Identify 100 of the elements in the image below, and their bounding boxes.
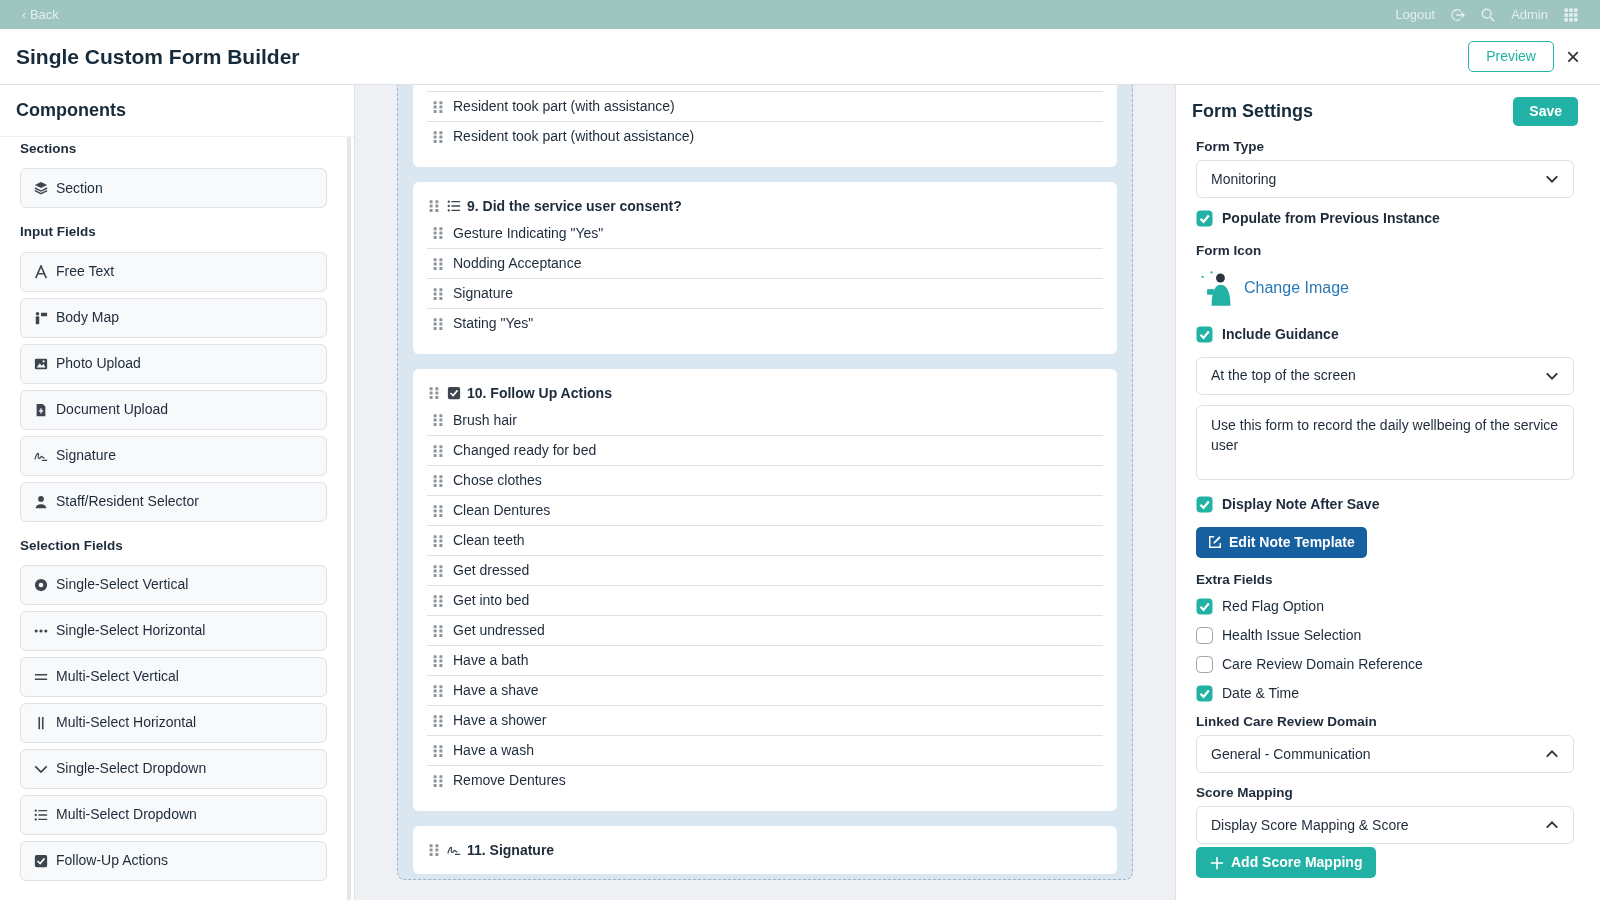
drag-handle-icon — [431, 533, 445, 548]
field-label: Form Type — [1196, 138, 1265, 156]
checkbox-label: Date & Time — [1222, 683, 1300, 703]
option-label: Nodding Acceptance — [453, 254, 582, 273]
option-label: Have a shower — [453, 711, 547, 730]
drag-handle-icon — [431, 226, 445, 240]
checkbox[interactable] — [1196, 655, 1213, 673]
apps-grid-icon — [1564, 7, 1578, 22]
option-label: Have a shave — [453, 681, 539, 700]
letter-a-icon — [34, 264, 48, 279]
option-label: Have a bath — [453, 651, 529, 670]
group-label: Sections — [20, 140, 78, 158]
close-button[interactable]: × — [1562, 44, 1584, 69]
component-item[interactable]: Staff/Resident Selector — [20, 481, 327, 522]
component-item[interactable]: Body Map — [20, 297, 327, 338]
option-label: Get dressed — [453, 561, 530, 580]
field-label: Score Mapping — [1196, 784, 1294, 802]
section-title: 9. Did the service user consent? — [467, 196, 682, 216]
component-item[interactable]: Multi-Select Vertical — [20, 656, 327, 697]
option-label: Clean Dentures — [453, 501, 551, 520]
logout-icon — [1451, 7, 1466, 22]
drag-handle-icon — [427, 199, 441, 213]
option-label: Chose clothes — [453, 471, 542, 490]
field-label: Extra Fields — [1196, 570, 1274, 589]
option-label: Stating "Yes" — [453, 314, 534, 333]
checkbox-label: Populate from Previous Instance — [1222, 209, 1440, 229]
component-item[interactable]: Follow-Up Actions — [20, 840, 327, 881]
list-icon — [34, 807, 48, 822]
drag-handle-icon — [431, 623, 445, 638]
drag-handle-icon — [431, 99, 445, 114]
component-item[interactable]: Photo Upload — [20, 343, 327, 384]
group-label: Selection Fields — [20, 536, 124, 555]
component-item[interactable]: Free Text — [20, 251, 327, 292]
component-item[interactable]: Single-Select Dropdown — [20, 748, 327, 789]
search-icon — [1481, 7, 1496, 22]
edit-note-template-button[interactable]: Edit Note Template — [1196, 526, 1367, 558]
checkbox[interactable] — [1196, 495, 1213, 513]
drag-handle-icon — [431, 129, 445, 144]
drag-handle-icon — [431, 256, 445, 271]
drag-handle-icon — [431, 773, 445, 788]
checkbox-icon — [34, 853, 48, 868]
option-label: Get undressed — [453, 621, 545, 640]
guidance-text-area[interactable]: Use this form to record the daily wellbeing of the service user — [1196, 404, 1574, 480]
user-name: Admin — [1511, 5, 1548, 24]
checkbox-label: Red Flag Option — [1222, 596, 1324, 616]
drag-handle-icon — [427, 386, 441, 400]
drag-handle-icon — [431, 653, 445, 668]
radio-icon — [34, 577, 48, 592]
option-label: Get into bed — [453, 591, 530, 610]
select-field[interactable]: At the top of the screen — [1196, 356, 1574, 395]
checkbox[interactable] — [1196, 597, 1213, 615]
section-title: 11. Signature — [467, 840, 555, 860]
person-chart-icon — [34, 310, 48, 325]
option-label: Resident took part (without assistance) — [453, 127, 695, 146]
select-field[interactable]: Display Score Mapping & Score — [1196, 806, 1574, 845]
panel-title: Form Settings — [1192, 99, 1313, 123]
option-label: Gesture Indicating "Yes" — [453, 223, 604, 243]
checkbox[interactable] — [1196, 210, 1213, 228]
component-item[interactable]: Section — [20, 168, 327, 209]
checkbox-label: Care Review Domain Reference — [1222, 654, 1423, 674]
list-icon — [447, 199, 461, 213]
person-icon — [34, 494, 48, 509]
checkbox-label: Display Note After Save — [1222, 494, 1380, 514]
drag-handle-icon — [431, 316, 445, 331]
component-item[interactable]: Multi-Select Dropdown — [20, 794, 327, 835]
change-image-link[interactable]: Change Image — [1244, 275, 1349, 300]
document-icon — [34, 402, 48, 417]
checkbox-icon — [447, 386, 461, 400]
field-label: Form Icon — [1196, 242, 1263, 261]
drag-handle-icon — [431, 563, 445, 578]
edit-icon — [1208, 535, 1222, 549]
field-label: Linked Care Review Domain — [1196, 712, 1378, 731]
option-label: Signature — [453, 284, 513, 303]
drag-handle-icon — [427, 843, 441, 857]
component-item[interactable]: Single-Select Vertical — [20, 564, 327, 605]
drag-handle-icon — [431, 413, 445, 427]
checkbox[interactable] — [1196, 684, 1213, 702]
image-icon — [34, 356, 48, 371]
checkbox-label: Health Issue Selection — [1222, 625, 1362, 645]
option-label: Changed ready for bed — [453, 441, 597, 460]
component-item[interactable]: Multi-Select Horizontal — [20, 702, 327, 743]
select-field[interactable]: General - Communication — [1196, 735, 1574, 773]
layers-icon — [34, 181, 48, 196]
drag-handle-icon — [431, 683, 445, 698]
component-item[interactable]: Document Upload — [20, 389, 327, 430]
section-title: 10. Follow Up Actions — [467, 383, 612, 403]
checkbox[interactable] — [1196, 325, 1213, 343]
page-title: Single Custom Form Builder — [16, 43, 300, 70]
checkbox[interactable] — [1196, 626, 1213, 644]
component-item[interactable]: Single-Select Horizontal — [20, 610, 327, 651]
select-field[interactable]: Monitoring — [1196, 160, 1574, 199]
option-label: Resident took part (with assistance) — [453, 97, 675, 116]
drag-handle-icon — [431, 503, 445, 518]
checkbox-label: Include Guidance — [1222, 324, 1339, 344]
component-item[interactable]: Signature — [20, 435, 327, 476]
drag-handle-icon — [431, 743, 445, 758]
drag-handle-icon — [431, 286, 445, 301]
group-label: Input Fields — [20, 223, 97, 242]
drag-handle-icon — [431, 473, 445, 488]
plus-icon — [1210, 855, 1224, 870]
